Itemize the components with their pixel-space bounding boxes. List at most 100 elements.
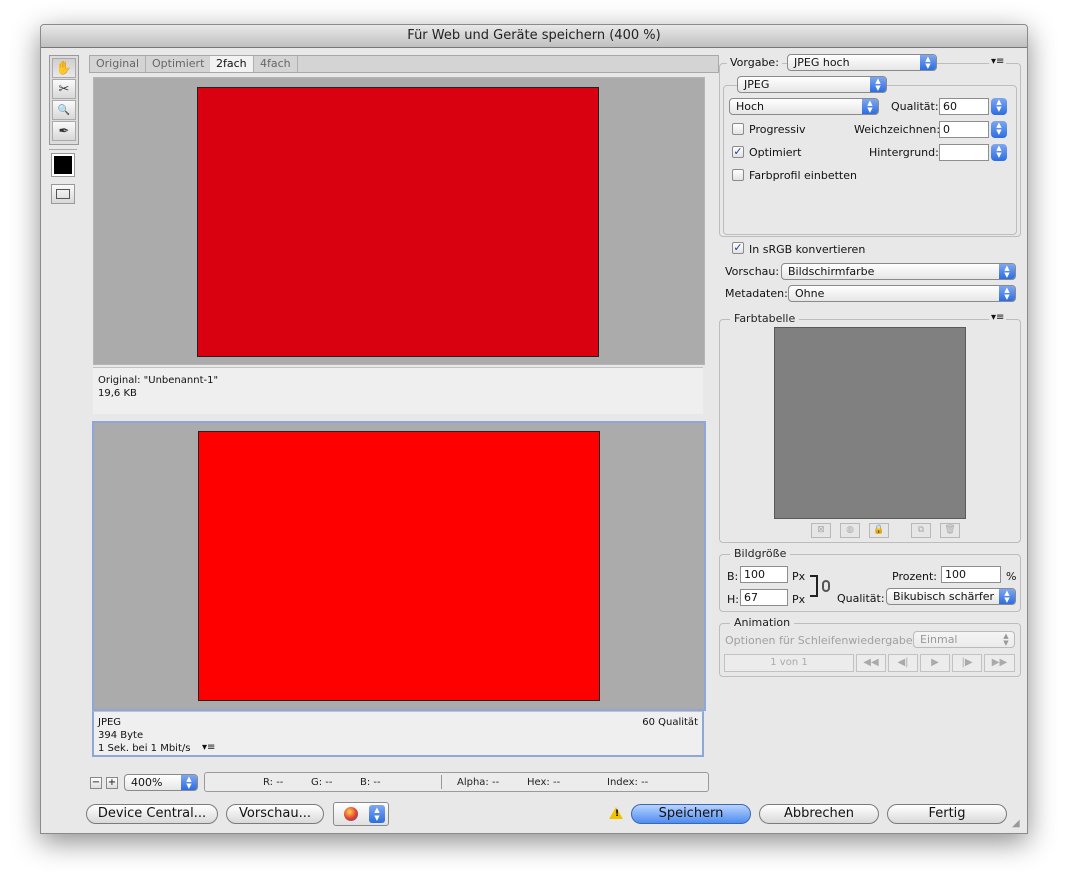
zoom-in-button[interactable]: + xyxy=(106,777,118,789)
convert-srgb-checkbox[interactable]: ✓ xyxy=(732,242,744,254)
hand-tool-icon[interactable]: ✋ xyxy=(52,58,76,78)
width-unit: Px xyxy=(792,570,806,583)
blur-input[interactable]: 0 xyxy=(939,121,989,138)
original-file-size: 19,6 KB xyxy=(98,388,137,399)
preset-label: Vorgabe: xyxy=(730,56,779,69)
loop-options-value: Einmal xyxy=(920,633,958,646)
height-unit: Px xyxy=(792,593,806,606)
browser-select[interactable]: ▲ ▼ xyxy=(333,802,389,826)
file-format-select[interactable]: JPEG ▲ ▼ xyxy=(737,76,887,93)
blur-label: Weichzeichnen: xyxy=(854,123,941,136)
optimized-checkbox[interactable]: ✓ xyxy=(732,146,744,158)
eyedropper-color-well[interactable] xyxy=(51,153,75,177)
quality-input[interactable]: 60 xyxy=(939,98,989,115)
optimized-image xyxy=(198,431,600,701)
browser-icon xyxy=(344,807,358,821)
convert-srgb-label: In sRGB konvertieren xyxy=(749,243,866,256)
preview-mode-label: Vorschau: xyxy=(725,265,780,278)
preset-value: JPEG hoch xyxy=(794,56,850,69)
status-index: Index: -- xyxy=(607,777,649,788)
tab-2fach[interactable]: 2fach xyxy=(210,56,254,72)
status-b: B: -- xyxy=(360,777,381,788)
zoom-tool-icon[interactable]: 🔍 xyxy=(52,100,76,120)
metadata-select[interactable]: Ohne ▲ ▼ xyxy=(788,285,1016,302)
settings-menu-icon[interactable]: ▾≡ xyxy=(989,56,1007,67)
matte-stepper[interactable]: ▲ ▼ xyxy=(991,144,1007,161)
resample-quality-select[interactable]: Bikubisch schärfer ▲ ▼ xyxy=(886,588,1016,605)
matte-color-field[interactable] xyxy=(939,144,989,161)
zoom-out-button[interactable]: − xyxy=(90,777,102,789)
next-frame-icon: |▶ xyxy=(952,654,982,672)
blur-stepper[interactable]: ▲ ▼ xyxy=(991,121,1007,138)
preset-row: Vorgabe: xyxy=(727,56,782,70)
loop-options-select[interactable]: Einmal ▲ ▼ xyxy=(913,631,1015,648)
optimized-download-time: 1 Sek. bei 1 Mbit/s xyxy=(98,743,191,754)
percent-label: Prozent: xyxy=(892,570,937,583)
percent-input[interactable]: 100 xyxy=(941,566,1001,583)
embed-color-profile-label: Farbprofil einbetten xyxy=(749,169,857,182)
preview-button[interactable]: Vorschau... xyxy=(226,804,324,824)
frame-counter: 1 von 1 xyxy=(724,654,854,672)
optimized-format: JPEG xyxy=(98,717,122,728)
eyedropper-tool-icon[interactable]: ✒ xyxy=(52,121,76,141)
download-speed-menu-icon[interactable]: ▾≡ xyxy=(202,741,215,754)
color-table-swatch xyxy=(774,327,966,519)
trash-icon: 🗑 xyxy=(940,523,960,538)
device-central-button[interactable]: Device Central... xyxy=(86,804,218,824)
compression-quality-select[interactable]: Hoch ▲ ▼ xyxy=(729,98,879,115)
preset-select[interactable]: JPEG hoch ▲ ▼ xyxy=(787,54,937,71)
web-snap-icon: ◍ xyxy=(840,523,860,538)
done-button[interactable]: Fertig xyxy=(887,804,1007,824)
original-file-name: Original: "Unbenannt-1" xyxy=(98,375,219,386)
status-g: G: -- xyxy=(311,777,333,788)
cancel-button[interactable]: Abbrechen xyxy=(759,804,879,824)
save-button[interactable]: Speichern xyxy=(631,804,751,824)
progressive-checkbox[interactable] xyxy=(732,123,744,135)
tab-4fach[interactable]: 4fach xyxy=(254,56,298,72)
optimized-preview-pane[interactable] xyxy=(92,421,706,711)
play-icon: ▶ xyxy=(920,654,950,672)
toolbox: ✋ ✂ 🔍 ✒ xyxy=(49,55,79,145)
resample-quality-label: Qualität: xyxy=(837,592,885,605)
status-alpha: Alpha: -- xyxy=(457,777,500,788)
tab-optimiert[interactable]: Optimiert xyxy=(146,56,212,72)
progressive-label: Progressiv xyxy=(749,123,806,136)
original-preview-pane[interactable] xyxy=(93,77,705,365)
slices-visibility-icon xyxy=(56,189,70,199)
preview-mode-select[interactable]: Bildschirmfarbe ▲ ▼ xyxy=(781,263,1016,280)
save-for-web-dialog: Für Web und Geräte speichern (400 %) ✋ ✂… xyxy=(40,24,1028,834)
window-title: Für Web und Geräte speichern (400 %) xyxy=(41,25,1027,48)
tab-original[interactable]: Original xyxy=(90,56,147,72)
first-frame-icon: ◀◀ xyxy=(856,654,886,672)
link-chain-icon[interactable] xyxy=(822,580,830,592)
chevron-updown-icon: ▲ ▼ xyxy=(181,775,197,790)
width-input[interactable]: 100 xyxy=(740,566,788,583)
height-input[interactable]: 67 xyxy=(740,589,788,606)
status-hex: Hex: -- xyxy=(527,777,561,788)
lock-color-icon: 🔒 xyxy=(869,523,889,538)
chevron-updown-icon: ▲ ▼ xyxy=(999,589,1015,604)
new-color-icon: ⧉ xyxy=(911,523,931,538)
status-divider xyxy=(441,775,442,789)
chevron-updown-icon: ▲ ▼ xyxy=(1003,632,1009,647)
embed-color-profile-checkbox[interactable] xyxy=(732,169,744,181)
loop-options-label: Optionen für Schleifenwiedergabe: xyxy=(725,634,917,647)
optimized-label: Optimiert xyxy=(749,146,802,159)
quality-stepper[interactable]: ▲ ▼ xyxy=(991,98,1007,115)
chevron-updown-icon: ▲ ▼ xyxy=(870,77,886,92)
height-label: H: xyxy=(727,593,739,606)
resize-grip-icon[interactable]: ◢ xyxy=(1012,818,1020,829)
chevron-updown-icon: ▲ ▼ xyxy=(999,286,1015,301)
compression-quality-value: Hoch xyxy=(736,100,765,113)
percent-sign: % xyxy=(1006,570,1017,583)
toggle-slices-button[interactable] xyxy=(51,184,75,204)
slice-select-tool-icon[interactable]: ✂ xyxy=(52,79,76,99)
map-transparency-icon: ⊠ xyxy=(811,523,831,538)
color-table-menu-icon[interactable]: ▾≡ xyxy=(989,312,1007,323)
chevron-updown-icon: ▲ ▼ xyxy=(999,264,1015,279)
zoom-level-value: 400% xyxy=(131,776,163,789)
optimized-quality: 60 Qualität xyxy=(642,717,698,728)
warning-icon-mark: ! xyxy=(615,809,620,819)
zoom-level-select[interactable]: 400% ▲ ▼ xyxy=(124,774,198,791)
last-frame-icon: ▶▶ xyxy=(984,654,1015,672)
